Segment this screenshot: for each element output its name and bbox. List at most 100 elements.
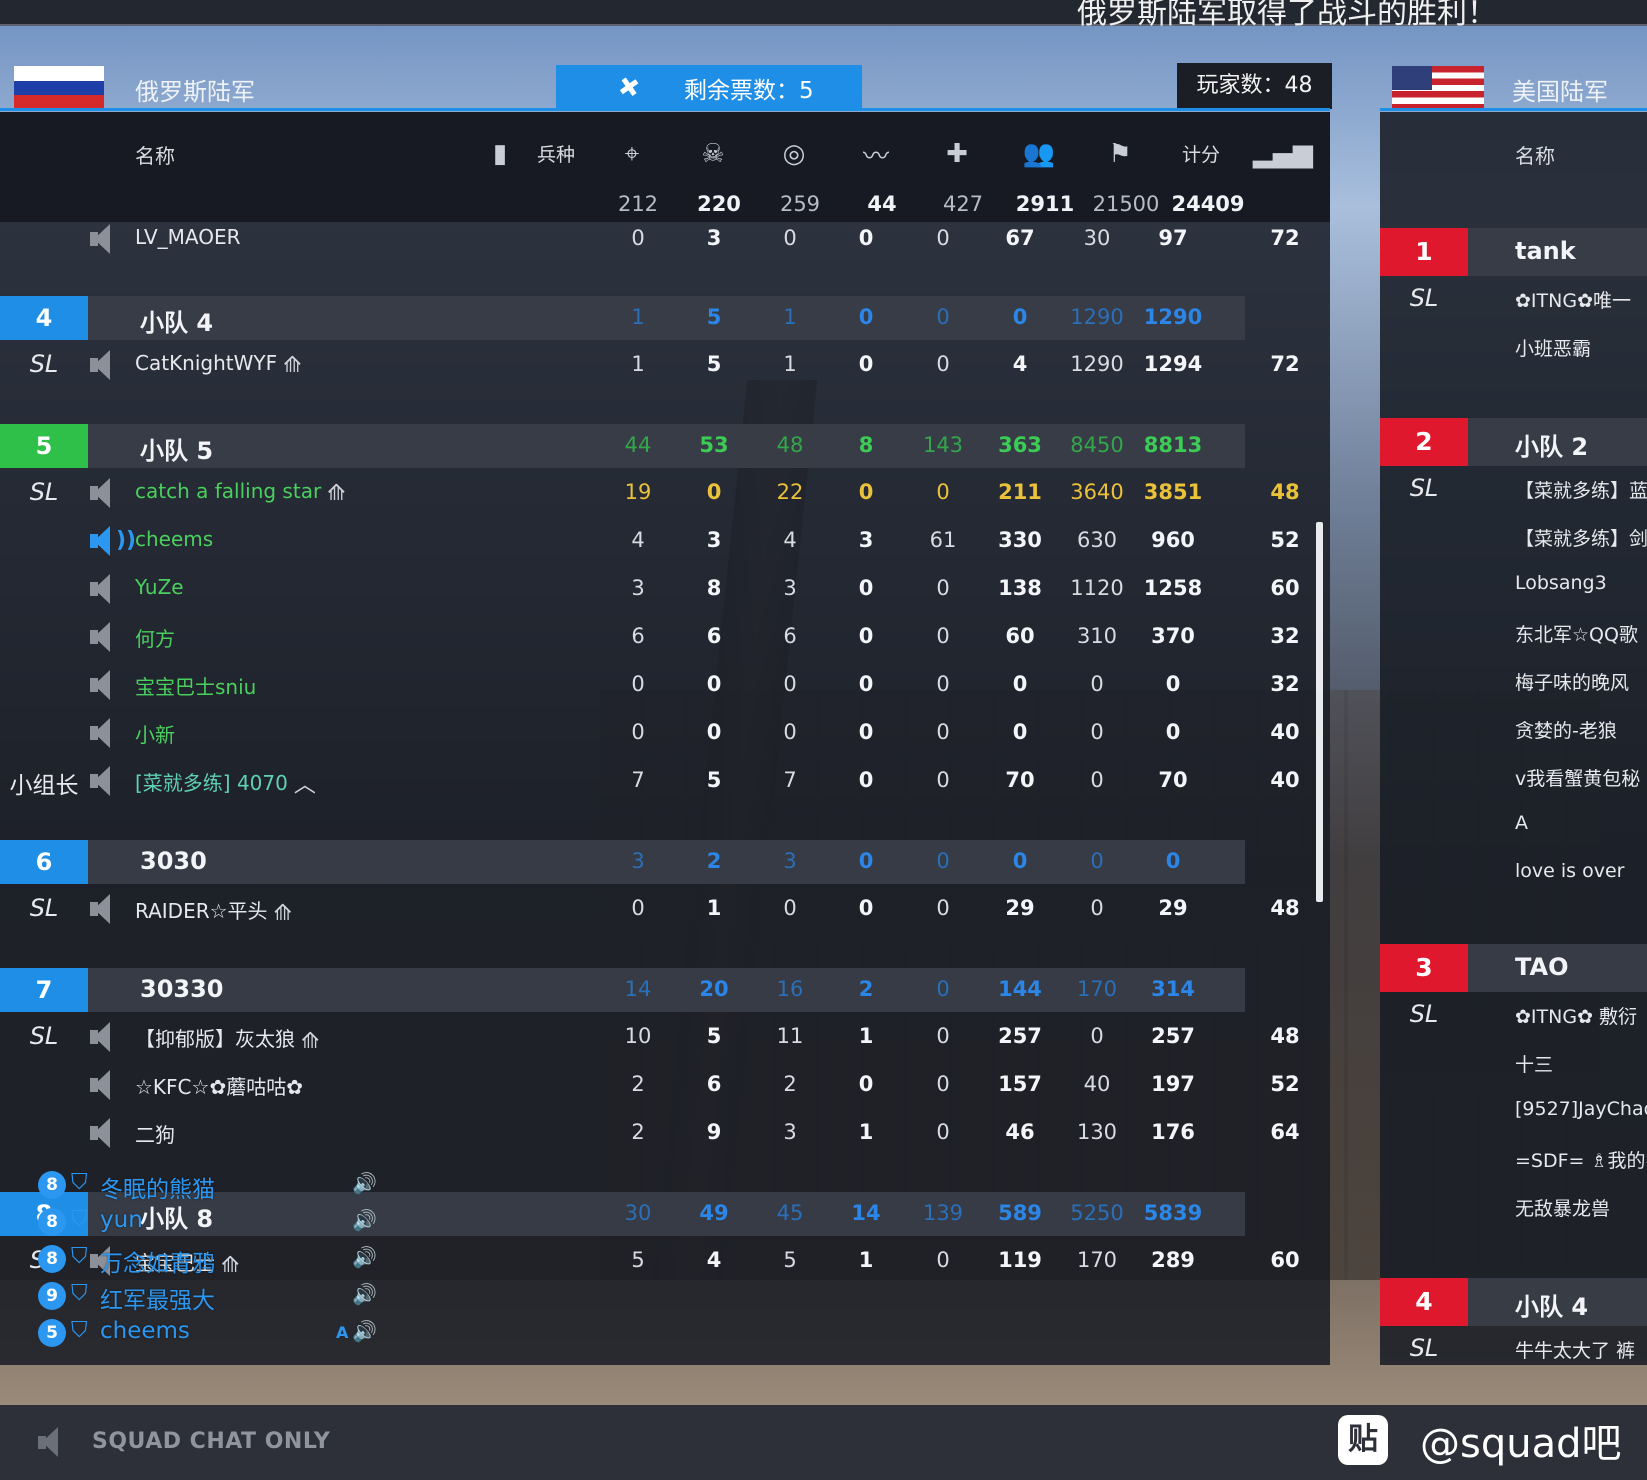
player-name[interactable]: 小新 [135, 719, 175, 748]
player-stat: 0 [858, 672, 874, 696]
squad-row[interactable]: 6 3030 3 2 3 0 0 0 0 0 [0, 840, 1245, 884]
enemy-player-name[interactable]: 【菜就多练】蓝 [1515, 476, 1647, 503]
player-row[interactable]: SL 【抑郁版】灰太狼 ⟰ 10 5 11 1 0 257 0 257 48 [0, 1014, 1330, 1060]
enemy-player-name[interactable]: 梅子味的晚风 [1515, 668, 1629, 695]
player-row[interactable]: 小新 0 0 0 0 0 0 0 0 40 [0, 710, 1330, 756]
enemy-player-name[interactable]: ✿ITNG✿唯一 [1515, 286, 1631, 313]
player-stat: 0 [1012, 672, 1028, 696]
column-score-header[interactable]: 计分 [1182, 140, 1220, 167]
player-row[interactable]: 宝宝巴士sniu 0 0 0 0 0 0 0 0 32 [0, 662, 1330, 708]
mute-speaker-icon[interactable] [88, 572, 116, 606]
squad-stat: 139 [922, 1201, 964, 1225]
squad-name: 小队 5 [140, 437, 214, 465]
player-stat: 3851 [1143, 480, 1203, 504]
right-team-name: 美国陆军 [1512, 78, 1608, 106]
player-row[interactable]: YuZe 3 8 3 0 0 138 1120 1258 60 [0, 566, 1330, 612]
player-row[interactable]: 小组长 [菜就多练] 4070 ︿ 7 5 7 0 0 70 0 70 40 [0, 758, 1330, 804]
player-name[interactable]: RAIDER☆平头 ⟰ [135, 895, 292, 926]
player-stat: 0 [858, 720, 874, 744]
flag-icon[interactable]: ⚑ [1100, 136, 1140, 172]
enemy-squad-row[interactable]: 1 tank [1380, 228, 1647, 276]
mute-speaker-icon[interactable] [88, 892, 116, 926]
speaking-icon: 🔊 [352, 1282, 377, 1306]
revives-icon[interactable]: ◎ [774, 136, 814, 172]
player-name-label: ☆KFC☆✿蘑咕咕✿ [135, 1075, 303, 1099]
enemy-player-name[interactable]: Lobsang3 [1515, 572, 1607, 594]
enemy-player-name[interactable]: 无敌暴龙兽 [1515, 1194, 1610, 1221]
enemy-player-name[interactable]: v我看蟹黄包秘 [1515, 764, 1640, 791]
player-name[interactable]: YuZe [135, 575, 184, 599]
teamwork-icon[interactable]: 👥 [1019, 136, 1059, 172]
enemy-squad-row[interactable]: 3 TAO [1380, 944, 1647, 992]
scrollbar[interactable] [1316, 522, 1323, 902]
player-name[interactable]: 何方 [135, 623, 175, 652]
ping-icon[interactable]: ▂▄▆ [1253, 136, 1313, 172]
enemy-player-name[interactable]: ✿ITNG✿ 敷衍 [1515, 1002, 1637, 1029]
player-row[interactable]: SL RAIDER☆平头 ⟰ 0 1 0 0 0 29 0 29 48 [0, 886, 1330, 932]
mute-speaker-icon[interactable] [88, 668, 116, 702]
enemy-player-name[interactable]: 贪婪的-老狼 [1515, 716, 1617, 743]
enemy-squad-row[interactable]: 2 小队 2 [1380, 418, 1647, 466]
player-name[interactable]: catch a falling star ⟰ [135, 479, 346, 506]
speaker-icon[interactable] [38, 1425, 64, 1459]
player-name[interactable]: 【抑郁版】灰太狼 ⟰ [135, 1023, 319, 1054]
squad-stat: 3 [783, 849, 797, 873]
vitals-icon[interactable]: 〰 [856, 136, 896, 172]
squad-row[interactable]: 4 小队 4 1 5 1 0 0 0 1290 1290 [0, 296, 1245, 340]
enemy-player-name[interactable]: love is over [1515, 860, 1624, 882]
player-row[interactable]: 何方 6 6 6 0 0 60 310 370 32 [0, 614, 1330, 660]
player-row[interactable]: ☆KFC☆✿蘑咕咕✿ 2 6 2 0 0 157 40 197 52 [0, 1062, 1330, 1108]
player-stat: 0 [1090, 896, 1104, 920]
player-row[interactable]: LV_MAOER 0 3 0 0 0 67 30 97 72 [0, 222, 1330, 262]
player-name[interactable]: 二狗 [135, 1119, 175, 1148]
deaths-icon[interactable]: ☠ [693, 136, 733, 172]
mute-speaker-icon[interactable] [88, 1068, 116, 1102]
enemy-player-name[interactable]: 东北军☆QQ歌 [1515, 620, 1638, 647]
mute-speaker-icon[interactable] [88, 1116, 116, 1150]
player-row[interactable]: )) cheems 4 3 4 3 61 330 630 960 52 [0, 518, 1330, 564]
enemy-player-name[interactable]: 十三 [1515, 1050, 1553, 1077]
kills-icon[interactable]: ⌖ [612, 136, 652, 172]
enemy-player-name[interactable]: 牛牛太大了 裤 [1515, 1336, 1635, 1363]
player-row[interactable]: 二狗 2 9 3 1 0 46 130 176 64 [0, 1110, 1330, 1156]
player-stat: 0 [1012, 720, 1028, 744]
player-stat: 0 [1090, 672, 1104, 696]
squad-stat: 589 [998, 1201, 1042, 1225]
column-class-header[interactable]: 兵种 [537, 140, 575, 167]
mute-speaker-icon[interactable] [88, 764, 116, 798]
enemy-squad-row[interactable]: 4 小队 4 [1380, 1278, 1647, 1326]
squad-row[interactable]: 5 小队 5 44 53 48 8 143 363 8450 8813 [0, 424, 1245, 468]
squad-stat: 44 [624, 433, 652, 457]
player-name[interactable]: LV_MAOER [135, 225, 241, 249]
mute-speaker-icon[interactable]: )) [88, 524, 136, 558]
mute-speaker-icon[interactable] [88, 620, 116, 654]
player-row[interactable]: SL catch a falling star ⟰ 19 0 22 0 0 211 3640 385… [0, 470, 1330, 516]
heal-icon[interactable]: ✚ [937, 136, 977, 172]
enemy-player-name[interactable]: [9527]JayChao [1515, 1098, 1647, 1120]
player-stat: 0 [631, 720, 645, 744]
player-name[interactable]: ☆KFC☆✿蘑咕咕✿ [135, 1071, 303, 1100]
player-name[interactable]: CatKnightWYF ⟰ [135, 351, 302, 378]
role-icon[interactable]: ▮ [480, 136, 520, 172]
player-name[interactable]: 宝宝巴士sniu [135, 671, 256, 700]
squad-chat-toggle[interactable]: SQUAD CHAT ONLY [92, 1429, 330, 1454]
mute-speaker-icon[interactable] [88, 716, 116, 750]
player-row[interactable]: SL CatKnightWYF ⟰ 1 5 1 0 0 4 1290 1294 72 [0, 342, 1330, 388]
mute-speaker-icon[interactable] [88, 222, 116, 256]
player-name[interactable]: cheems [135, 527, 213, 551]
enemy-player-name[interactable]: A [1515, 812, 1528, 834]
enemy-player-name[interactable]: 小班恶霸 [1515, 334, 1591, 361]
enemy-player-name[interactable]: =SDF= ♗我的名 [1515, 1146, 1647, 1173]
enemy-player-name[interactable]: 【菜就多练】剑 [1515, 524, 1647, 551]
squad-row[interactable]: 7 30330 14 20 16 2 0 144 170 314 [0, 968, 1245, 1012]
player-name[interactable]: [菜就多练] 4070 ︿ [135, 767, 316, 799]
player-stat: 138 [998, 576, 1042, 600]
player-stat: 5 [706, 1024, 722, 1048]
squad-name: 3030 [140, 847, 207, 875]
player-stat: 61 [929, 528, 957, 552]
mute-speaker-icon[interactable] [88, 348, 116, 382]
mute-speaker-icon[interactable] [88, 476, 116, 510]
player-stat: 0 [631, 896, 645, 920]
player-ping: 52 [1270, 528, 1300, 552]
mute-speaker-icon[interactable] [88, 1020, 116, 1054]
